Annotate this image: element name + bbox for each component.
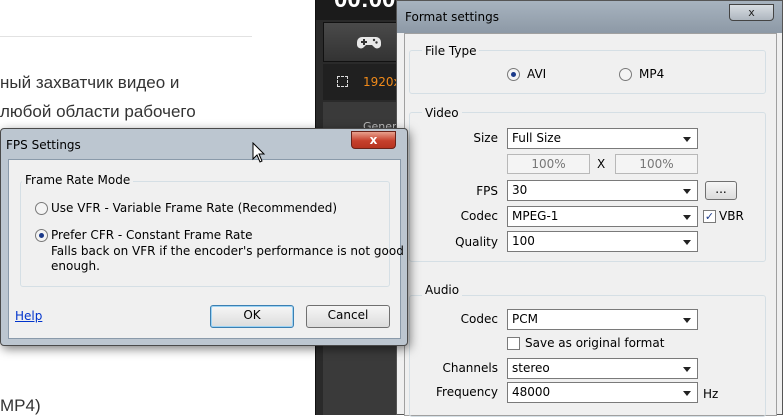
ok-button[interactable]: OK — [210, 305, 294, 328]
mp4-label: MP4 — [639, 67, 665, 81]
vbr-checkbox[interactable]: ✓ — [703, 210, 716, 223]
chevron-down-icon — [683, 367, 691, 372]
frequency-unit: Hz — [703, 387, 719, 401]
video-codec-value: MPEG-1 — [512, 209, 559, 223]
channels-dropdown[interactable]: stereo — [507, 358, 698, 379]
cfr-note: enough. — [51, 259, 100, 273]
fps-more-button[interactable]: ... — [705, 181, 737, 200]
frequency-label: Frequency — [436, 385, 498, 399]
size-dropdown[interactable]: Full Size — [507, 128, 698, 149]
mouse-cursor-icon — [252, 142, 266, 163]
width-percent-field[interactable]: 100% — [507, 154, 590, 174]
format-settings-content: File Type AVI MP4 Video Size Full Size 1… — [404, 33, 777, 417]
x-separator: X — [597, 157, 606, 171]
game-mode-tab[interactable] — [323, 22, 404, 62]
cancel-button[interactable]: Cancel — [306, 305, 390, 328]
fps-dropdown[interactable]: 30 — [507, 180, 698, 201]
quality-dropdown[interactable]: 100 — [507, 231, 698, 252]
frequency-value: 48000 — [512, 385, 551, 399]
gamepad-icon — [357, 37, 381, 49]
avi-radio[interactable] — [507, 68, 520, 81]
chevron-down-icon — [683, 318, 691, 323]
fps-value: 30 — [512, 183, 528, 197]
quality-value: 100 — [512, 234, 535, 248]
video-title: Video — [422, 106, 462, 120]
vfr-radio[interactable] — [35, 202, 48, 215]
audio-codec-value: PCM — [512, 312, 538, 326]
format-settings-window: Format settings x File Type AVI MP4 Vide… — [396, 0, 783, 417]
mp4-radio[interactable] — [619, 68, 632, 81]
height-percent-field[interactable]: 100% — [615, 154, 698, 174]
audio-title: Audio — [422, 283, 463, 297]
fps-settings-content: Frame Rate Mode Use VFR - Variable Frame… — [8, 159, 404, 339]
audio-codec-label: Codec — [460, 312, 498, 326]
dialog-title: FPS Settings — [6, 138, 81, 152]
vfr-label: Use VFR - Variable Frame Rate (Recommend… — [51, 201, 338, 215]
frame-rate-mode-title: Frame Rate Mode — [22, 173, 134, 187]
frequency-dropdown[interactable]: 48000 — [507, 382, 698, 403]
window-title: Format settings — [405, 10, 499, 24]
cfr-radio[interactable] — [35, 229, 48, 242]
video-codec-dropdown[interactable]: MPEG-1 — [507, 206, 698, 227]
vbr-label: VBR — [719, 209, 744, 223]
size-value: Full Size — [512, 131, 561, 145]
save-original-checkbox[interactable] — [507, 337, 520, 350]
webpage-text-line: ный захватчик видео и — [0, 73, 180, 92]
cfr-label: Prefer CFR - Constant Frame Rate — [51, 228, 253, 242]
chevron-down-icon — [683, 391, 691, 396]
chevron-down-icon — [683, 189, 691, 194]
format-settings-titlebar[interactable]: Format settings x — [397, 1, 782, 33]
webpage-text-line: любой области рабочего — [0, 102, 196, 121]
webpage-text-line: MP4) — [0, 396, 41, 415]
webpage-divider — [0, 36, 252, 37]
channels-label: Channels — [442, 361, 498, 375]
region-select-icon — [337, 76, 348, 87]
fps-label: FPS — [476, 184, 498, 198]
save-original-label: Save as original format — [525, 336, 665, 350]
channels-value: stereo — [512, 361, 550, 375]
fps-settings-dialog: FPS Settings x Frame Rate Mode Use VFR -… — [0, 128, 408, 346]
size-label: Size — [473, 131, 498, 145]
record-time: 00:00 — [334, 0, 395, 14]
video-codec-label: Codec — [460, 209, 498, 223]
file-type-title: File Type — [422, 44, 480, 58]
cfr-note: Falls back on VFR if the encoder's perfo… — [51, 244, 404, 258]
avi-label: AVI — [527, 67, 547, 81]
chevron-down-icon — [683, 137, 691, 142]
close-button[interactable]: x — [729, 4, 774, 21]
quality-label: Quality — [455, 235, 498, 249]
resolution-selector[interactable]: 1920x10 — [323, 64, 416, 100]
close-button[interactable]: x — [351, 131, 396, 149]
help-link[interactable]: Help — [15, 309, 42, 323]
chevron-down-icon — [683, 215, 691, 220]
audio-codec-dropdown[interactable]: PCM — [507, 309, 698, 330]
chevron-down-icon — [683, 240, 691, 245]
